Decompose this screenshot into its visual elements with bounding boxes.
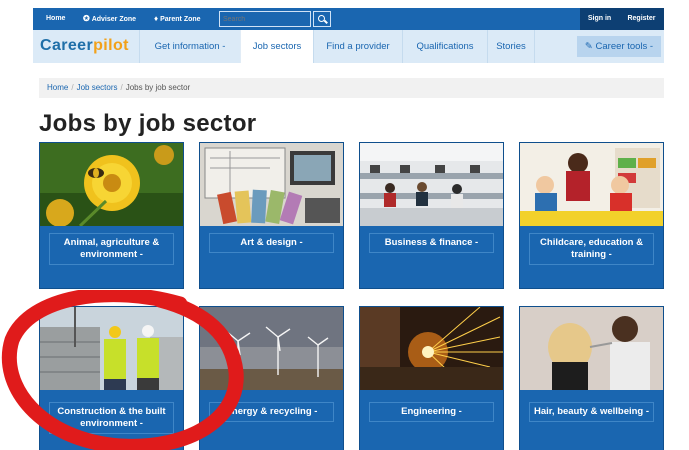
parent-zone-link[interactable]: ♦ Parent Zone [154,8,201,30]
careerpilot-logo[interactable]: Careerpilot [40,37,129,55]
sector-image-construction [40,307,183,390]
adviser-zone-link[interactable]: ✪ Adviser Zone [83,8,136,30]
register-button[interactable]: Register [619,8,664,30]
sector-image-business-finance [360,143,503,226]
sector-card-construction[interactable]: Construction & the built environment - [39,306,184,450]
breadcrumb-separator: / [71,83,74,92]
sector-label-construction: Construction & the built environment - [49,402,174,434]
nav-qualifications[interactable]: Qualifications [402,30,487,63]
sector-image-energy [200,307,343,390]
home-link[interactable]: Home [46,8,65,30]
breadcrumb-home[interactable]: Home [47,83,68,92]
breadcrumb-separator: / [120,83,123,92]
parent-zone-icon: ♦ [154,14,159,23]
sector-image-engineering [360,307,503,390]
career-tools-button[interactable]: ✎ Career tools - [577,36,661,57]
sector-image-animal [40,143,183,226]
adviser-zone-icon: ✪ [83,14,90,23]
sector-card-energy[interactable]: Energy & recycling - [199,306,344,450]
sector-image-art-design [200,143,343,226]
sector-card-animal[interactable]: Animal, agriculture & environment - [39,142,184,289]
breadcrumb-current: Jobs by job sector [125,83,191,92]
main-navigation: Careerpilot Get information - Job sector… [33,30,664,63]
sector-card-art-design[interactable]: Art & design - [199,142,344,289]
breadcrumb-job-sectors[interactable]: Job sectors [77,83,118,92]
sector-card-childcare[interactable]: Childcare, education & training - [519,142,664,289]
sector-card-hair-beauty[interactable]: Hair, beauty & wellbeing - [519,306,664,450]
search-input[interactable] [219,11,311,27]
parent-zone-label: Parent Zone [160,16,201,23]
logo-career-text: Career [40,37,94,54]
sector-image-hair-beauty [520,307,663,390]
sector-label-animal: Animal, agriculture & environment - [49,233,174,265]
sector-label-art-design: Art & design - [209,233,334,253]
career-tools-label: Career tools - [595,41,654,52]
sector-label-energy: Energy & recycling - [209,402,334,422]
nav-stories[interactable]: Stories [487,30,535,63]
nav-job-sectors[interactable]: Job sectors [240,30,313,63]
sector-label-engineering: Engineering - [369,402,494,422]
pencil-icon: ✎ [584,41,593,52]
sector-label-business-finance: Business & finance - [369,233,494,253]
sector-card-business-finance[interactable]: Business & finance - [359,142,504,289]
sector-label-hair-beauty: Hair, beauty & wellbeing - [529,402,654,422]
search-button[interactable] [313,11,331,27]
adviser-zone-label: Adviser Zone [91,16,137,23]
sign-in-button[interactable]: Sign in [580,8,619,30]
page-title: Jobs by job sector [39,110,257,137]
sector-image-childcare [520,143,663,226]
utility-bar: Home ✪Adviser Zone ♦Parent Zone Sign in … [33,8,664,30]
logo-pilot-text: pilot [93,37,129,54]
nav-get-information[interactable]: Get information - [139,30,240,63]
sector-label-childcare: Childcare, education & training - [529,233,654,265]
sector-card-engineering[interactable]: Engineering - [359,306,504,450]
nav-find-a-provider[interactable]: Find a provider [313,30,402,63]
breadcrumb: Home / Job sectors / Jobs by job sector [39,78,664,98]
